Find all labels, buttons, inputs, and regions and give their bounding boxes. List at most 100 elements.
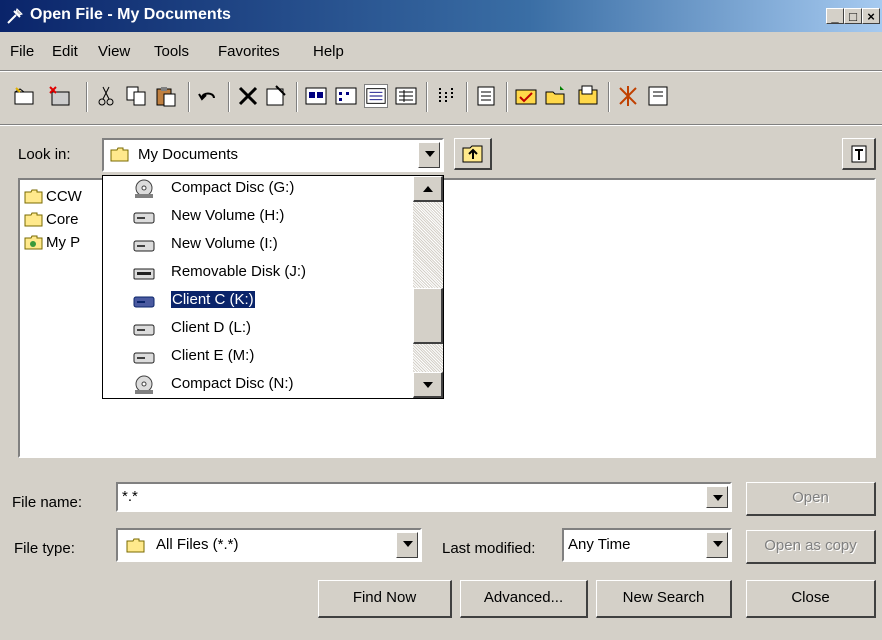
look-in-dropdown[interactable]: My Documents — [102, 138, 444, 172]
file-name-input[interactable]: *.* — [116, 482, 732, 512]
scroll-thumb[interactable] — [413, 288, 443, 344]
map-network-icon[interactable] — [576, 84, 600, 108]
drive-label: Compact Disc (N:) — [171, 375, 294, 392]
menu-bar: File Edit View Tools Favorites Help — [0, 40, 882, 66]
my-pictures-icon — [24, 235, 43, 250]
menu-view[interactable]: View — [98, 43, 130, 60]
file-name: CCW — [46, 188, 82, 205]
list-item[interactable]: Client C (K:) — [103, 288, 413, 314]
drive-label: Compact Disc (G:) — [171, 179, 295, 196]
chevron-down-icon[interactable] — [396, 532, 418, 558]
small-icons-icon[interactable] — [334, 84, 358, 108]
list-item[interactable]: Compact Disc (N:) — [103, 372, 413, 398]
menu-edit[interactable]: Edit — [52, 43, 78, 60]
find-now-button[interactable]: Find Now — [318, 580, 452, 618]
toolbar-separator — [506, 82, 508, 112]
window-title: Open File - My Documents — [30, 6, 231, 23]
list-item[interactable]: Removable Disk (J:) — [103, 260, 413, 286]
file-name-label: File name: — [12, 494, 83, 511]
menu-divider — [0, 70, 882, 72]
last-modified-dropdown[interactable]: Any Time — [562, 528, 732, 562]
list-item[interactable]: New Volume (I:) — [103, 232, 413, 258]
menu-file[interactable]: File — [10, 43, 34, 60]
toolbar-separator — [228, 82, 230, 112]
open-folder-icon[interactable] — [544, 84, 568, 108]
close-button[interactable]: Close — [746, 580, 876, 618]
cd-icon — [135, 179, 153, 198]
toolbar-separator — [426, 82, 428, 112]
drive-label: Client D (L:) — [171, 319, 252, 336]
properties-icon[interactable] — [264, 84, 288, 108]
list-item[interactable]: New Volume (H:) — [103, 204, 413, 230]
chevron-down-icon[interactable] — [706, 532, 728, 558]
favorites-icon[interactable] — [646, 84, 670, 108]
file-name: Core — [46, 211, 79, 228]
delete-icon[interactable] — [236, 84, 260, 108]
undo-icon[interactable] — [196, 84, 220, 108]
details-view-icon[interactable] — [394, 84, 418, 108]
preview-icon[interactable] — [474, 84, 498, 108]
file-type-value: All Files (*.*) — [156, 536, 239, 553]
toolbar-separator — [608, 82, 610, 112]
removable-disk-icon — [133, 268, 155, 280]
new-search-button[interactable]: New Search — [596, 580, 732, 618]
list-item[interactable]: Client D (L:) — [103, 316, 413, 342]
last-modified-value: Any Time — [568, 536, 631, 553]
hard-drive-icon — [133, 212, 155, 224]
list-item[interactable]: Core — [24, 209, 114, 231]
minimize-button[interactable]: _ — [826, 8, 844, 24]
open-button[interactable]: Open — [746, 482, 876, 516]
look-in-value: My Documents — [138, 146, 239, 163]
hard-drive-icon — [133, 324, 155, 336]
delete-folder-icon[interactable] — [48, 84, 72, 108]
open-as-copy-button[interactable]: Open as copy — [746, 530, 876, 564]
list-item[interactable]: My P — [24, 232, 114, 254]
chevron-down-icon — [423, 382, 433, 388]
title-bar[interactable]: Open File - My Documents _ □ × — [0, 0, 882, 32]
large-icons-icon[interactable] — [304, 84, 328, 108]
close-window-button[interactable]: × — [862, 8, 880, 24]
up-one-level-button[interactable] — [454, 138, 492, 170]
arrange-icon[interactable] — [434, 84, 458, 108]
folder-icon — [110, 147, 129, 162]
drive-label: Removable Disk (J:) — [171, 263, 307, 280]
list-item[interactable]: Compact Disc (G:) — [103, 176, 413, 202]
folder-icon — [24, 189, 43, 204]
cd-icon — [135, 375, 153, 394]
list-view-icon[interactable] — [364, 84, 388, 108]
scroll-up-button[interactable] — [413, 176, 443, 202]
maximize-button[interactable]: □ — [844, 8, 862, 24]
chevron-down-icon[interactable] — [418, 142, 440, 168]
dropdown-scrollbar[interactable] — [413, 176, 443, 398]
file-name-value: *.* — [122, 488, 138, 505]
tools-button[interactable] — [842, 138, 876, 170]
hard-drive-icon — [133, 240, 155, 252]
look-in-dropdown-list[interactable]: Compact Disc (G:) New Volume (H:) New Vo… — [102, 175, 444, 399]
paste-icon[interactable] — [154, 84, 178, 108]
copy-icon[interactable] — [124, 84, 148, 108]
advanced-button[interactable]: Advanced... — [460, 580, 588, 618]
commands-icon[interactable] — [514, 84, 538, 108]
drive-label: New Volume (H:) — [171, 207, 285, 224]
chevron-up-icon — [423, 186, 433, 192]
file-type-label: File type: — [14, 540, 75, 557]
new-folder-icon[interactable] — [12, 84, 36, 108]
menu-help[interactable]: Help — [313, 43, 344, 60]
app-icon — [7, 8, 23, 24]
scroll-down-button[interactable] — [413, 372, 443, 398]
drive-label: Client E (M:) — [171, 347, 255, 364]
hard-drive-icon — [133, 352, 155, 364]
toolbar-separator — [466, 82, 468, 112]
menu-favorites[interactable]: Favorites — [218, 43, 280, 60]
toolbar — [0, 76, 882, 120]
file-type-dropdown[interactable]: All Files (*.*) — [116, 528, 422, 562]
list-item[interactable]: CCW — [24, 186, 114, 208]
search-web-icon[interactable] — [616, 84, 640, 108]
last-modified-label: Last modified: — [442, 540, 536, 557]
menu-tools[interactable]: Tools — [154, 43, 189, 60]
chevron-down-icon[interactable] — [706, 486, 728, 508]
list-item[interactable]: Client E (M:) — [103, 344, 413, 370]
hard-drive-icon — [133, 296, 155, 308]
cut-icon[interactable] — [94, 84, 118, 108]
tools-icon — [851, 145, 867, 163]
